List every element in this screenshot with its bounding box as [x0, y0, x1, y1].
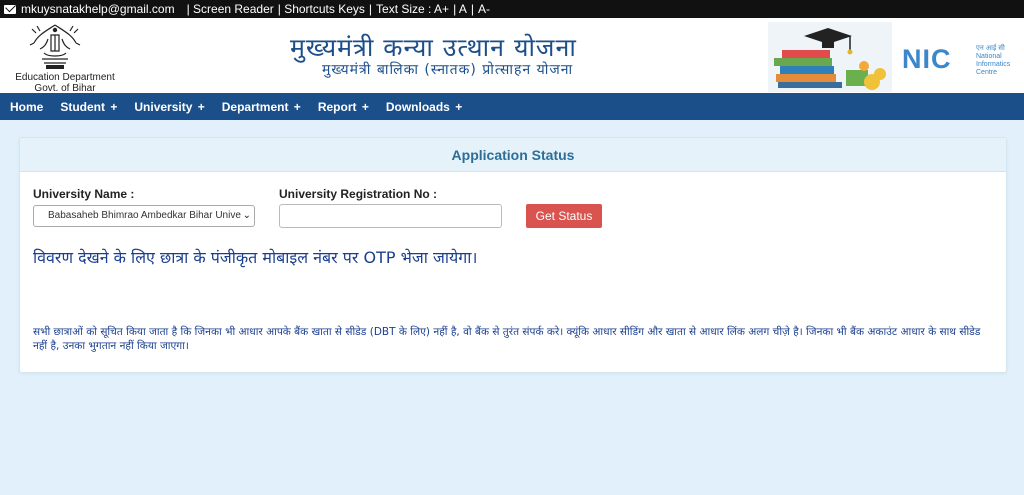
- separator: |: [368, 2, 373, 16]
- top-bar: mkuysnatakhelp@gmail.com | Screen Reader…: [0, 0, 1024, 18]
- chevron-down-icon: ⌄: [240, 206, 251, 226]
- get-status-button[interactable]: Get Status: [526, 204, 602, 228]
- university-select[interactable]: Babasaheb Bhimrao Ambedkar Bihar Univers…: [33, 205, 255, 227]
- panel-title: Application Status: [20, 138, 1006, 172]
- aadhaar-notice: सभी छात्राओं को सूचित किया जाता है कि जि…: [33, 326, 981, 352]
- bihar-emblem-icon: [29, 24, 81, 69]
- page-title: मुख्यमंत्री कन्या उत्थान योजना: [290, 33, 577, 62]
- text-size-increase[interactable]: Text Size : A+: [376, 2, 449, 16]
- nav-report[interactable]: Report +: [318, 100, 369, 114]
- text-size-decrease[interactable]: A-: [478, 2, 490, 16]
- site-header: Education Department Govt. of Bihar मुख्…: [0, 18, 1024, 94]
- plus-icon: +: [197, 99, 205, 114]
- registration-no-input[interactable]: [279, 204, 502, 228]
- separator: |: [470, 2, 474, 16]
- shortcut-keys-link[interactable]: | Shortcuts Keys: [278, 2, 365, 16]
- mail-icon: [4, 4, 16, 14]
- plus-icon: +: [361, 99, 369, 114]
- plus-icon: +: [110, 99, 118, 114]
- application-status-panel: Application Status University Name : Bab…: [19, 137, 1007, 373]
- nic-logo: NIC एन आई सी National Informatics Centre: [902, 44, 1011, 76]
- contact-email[interactable]: mkuysnatakhelp@gmail.com: [21, 2, 175, 16]
- books-graduation-icon: [768, 22, 892, 92]
- university-name-label: University Name :: [33, 187, 135, 201]
- page-subtitle: मुख्यमंत्री बालिका (स्नातक) प्रोत्साहन य…: [322, 62, 574, 78]
- main-nav: Home Student + University + Department +…: [0, 93, 1024, 120]
- nav-university[interactable]: University +: [134, 100, 204, 114]
- screen-reader-link[interactable]: | Screen Reader: [187, 2, 274, 16]
- otp-message: विवरण देखने के लिए छात्रा के पंजीकृत मोब…: [33, 248, 478, 267]
- department-label: Education Department Govt. of Bihar: [15, 72, 115, 94]
- nav-home[interactable]: Home: [10, 100, 43, 114]
- text-size-normal[interactable]: | A: [453, 2, 467, 16]
- university-select-value: Babasaheb Bhimrao Ambedkar Bihar Univers…: [48, 210, 252, 221]
- plus-icon: +: [455, 99, 463, 114]
- registration-no-label: University Registration No :: [279, 187, 438, 201]
- nav-downloads[interactable]: Downloads +: [386, 100, 462, 114]
- plus-icon: +: [293, 99, 301, 114]
- nav-department[interactable]: Department +: [222, 100, 301, 114]
- nav-student[interactable]: Student +: [60, 100, 117, 114]
